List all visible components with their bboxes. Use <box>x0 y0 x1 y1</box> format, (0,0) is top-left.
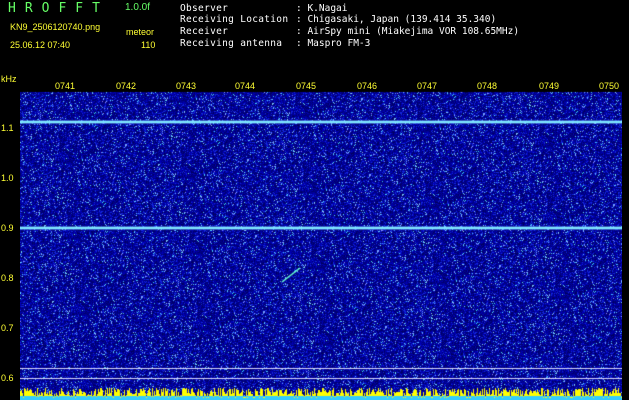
time-tick-0744: 0744 <box>234 81 256 91</box>
mode-label: meteor <box>126 27 155 37</box>
time-tick-0747: 0747 <box>416 81 438 91</box>
time-tick-0741: 0741 <box>54 81 76 91</box>
time-tick-0743: 0743 <box>175 81 197 91</box>
freq-tick-0.6: 0.6 <box>1 373 14 383</box>
antenna-value: : Maspro FM-3 <box>296 38 371 49</box>
observer-key: Observer <box>180 3 229 14</box>
time-tick-0750: 0750 <box>598 81 620 91</box>
time-axis: 0741 0742 0743 0744 0745 0746 0747 0748 0749 0750 <box>20 78 622 92</box>
time-tick-0748: 0748 <box>476 81 498 91</box>
spectrogram-plot <box>20 78 622 400</box>
count-label: 110 <box>141 40 156 50</box>
receiver-key: Receiver <box>180 26 229 37</box>
frequency-unit-label: kHz <box>1 74 17 84</box>
freq-tick-1.0: 1.0 <box>1 173 14 183</box>
datetime-label: 25.06.12 07:40 <box>10 40 71 50</box>
version-label: 1.0.0f <box>125 2 151 13</box>
app-title: HROFFT <box>8 1 109 16</box>
spectrogram-canvas <box>20 78 622 400</box>
freq-tick-0.9: 0.9 <box>1 223 14 233</box>
header-panel: HROFFT 1.0.0f KN9_2506120740.png meteor … <box>0 0 629 76</box>
time-tick-0742: 0742 <box>115 81 137 91</box>
freq-tick-1.1: 1.1 <box>1 123 14 133</box>
time-tick-0746: 0746 <box>356 81 378 91</box>
plot-right-border <box>622 76 629 400</box>
time-tick-0749: 0749 <box>538 81 560 91</box>
observer-value: : K.Nagai <box>296 3 348 14</box>
filename-label: KN9_2506120740.png <box>10 22 101 32</box>
location-value: : Chigasaki, Japan (139.414 35.340) <box>296 14 497 25</box>
time-tick-0745: 0745 <box>295 81 317 91</box>
location-key: Receiving Location <box>180 14 289 25</box>
freq-tick-0.7: 0.7 <box>1 323 14 333</box>
freq-tick-0.8: 0.8 <box>1 273 14 283</box>
antenna-key: Receiving antenna <box>180 38 283 49</box>
receiver-value: : AirSpy mini (Miakejima VOR 108.65MHz) <box>296 26 520 37</box>
